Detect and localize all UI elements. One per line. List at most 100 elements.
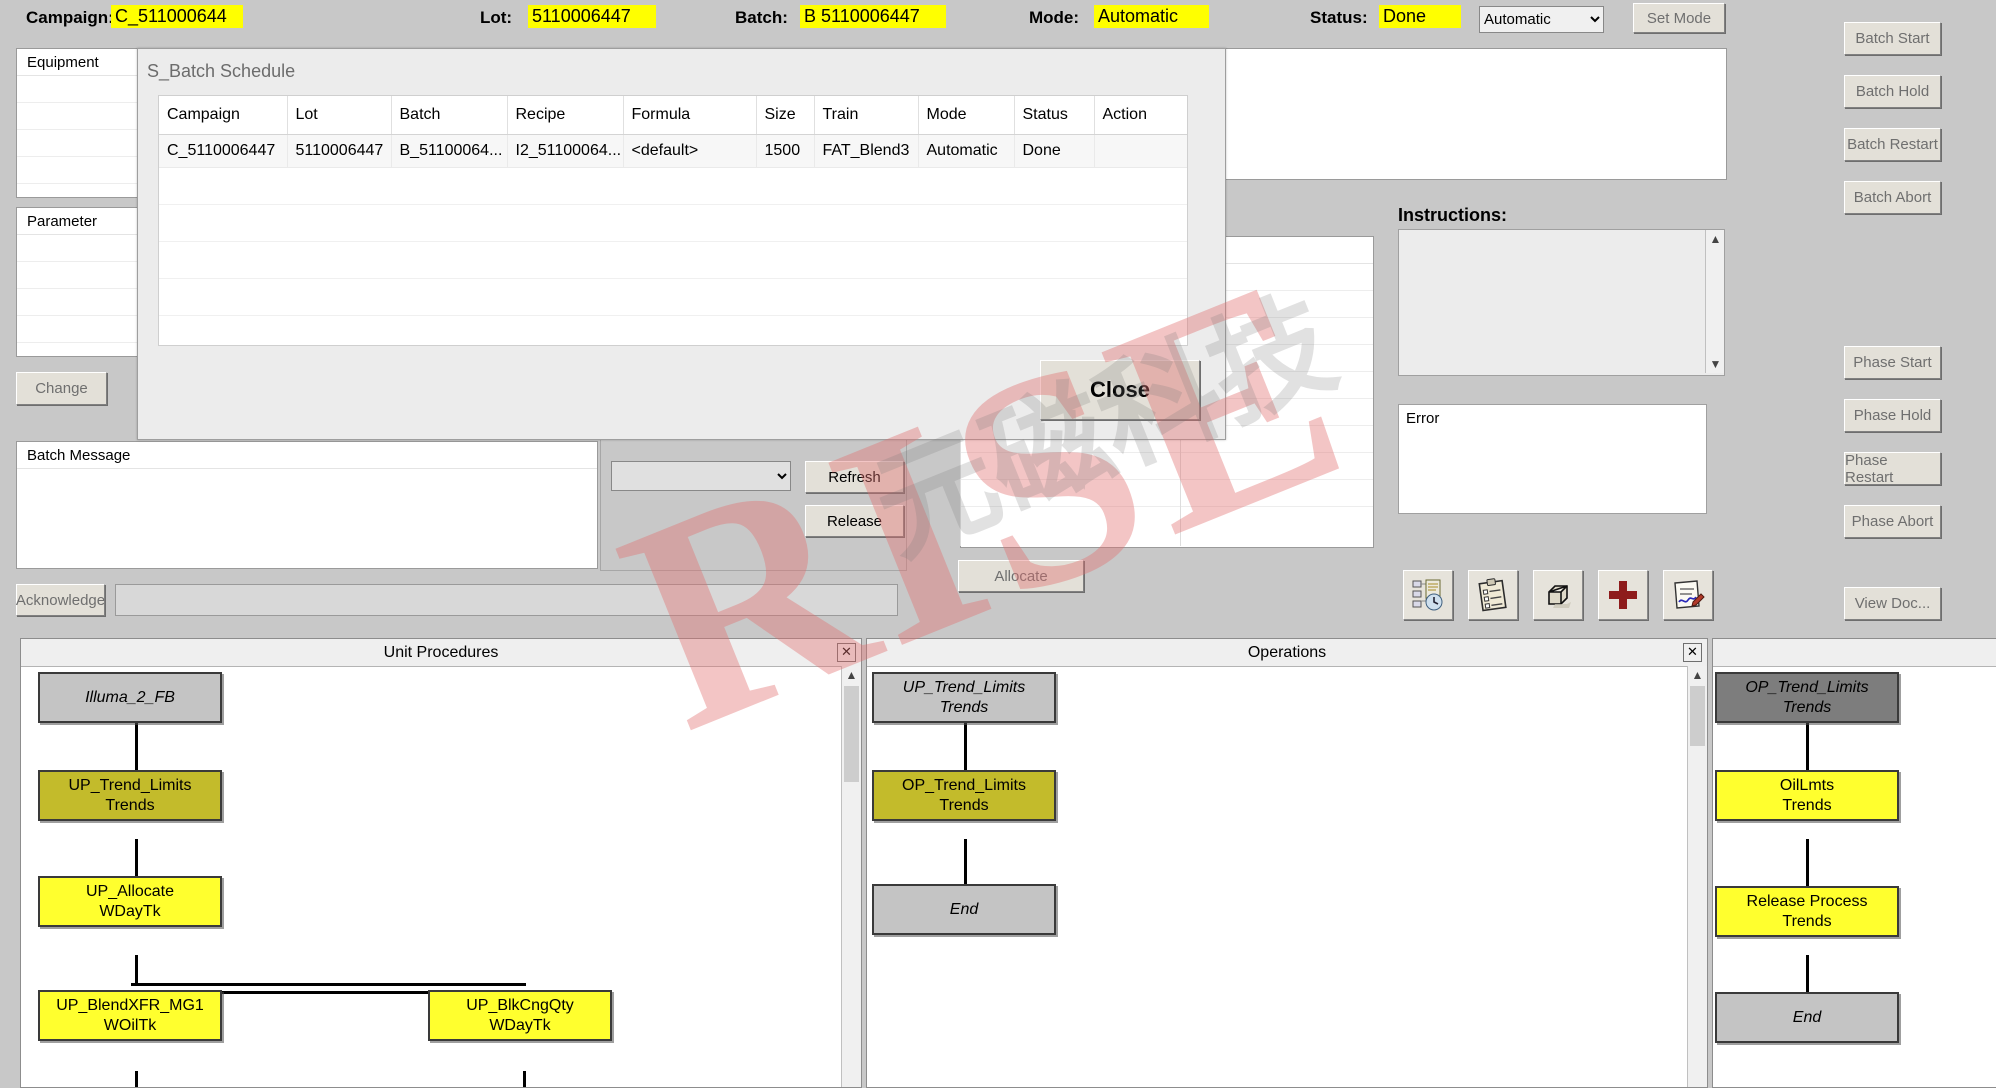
table-row[interactable] [159,168,1187,205]
phase-abort-label: Phase Abort [1852,513,1934,530]
node-label-line1: UP_BlkCngQty [466,996,574,1016]
status-label: Status: [1310,8,1368,28]
batch-value: B 5110006447 [800,5,946,28]
flow-node-op-end[interactable]: End [872,884,1056,935]
scroll-up-icon[interactable]: ▲ [1688,666,1707,684]
acknowledge-input[interactable] [115,584,898,616]
operations-scrollbar[interactable]: ▲ [1687,666,1707,1087]
dialog-title: S_Batch Schedule [147,61,295,82]
table-row[interactable] [159,205,1187,242]
operations-title: Operations [1248,644,1326,662]
node-label-line1: UP_BlendXFR_MG1 [56,996,204,1016]
signature-document-icon [1671,578,1705,612]
allocate-button[interactable]: Allocate [958,560,1084,592]
clipboard-checklist-icon-button[interactable] [1468,570,1518,620]
schedule-table: Campaign Lot Batch Recipe Formula Size T… [159,96,1188,346]
dialog-close-button[interactable]: Close [1040,360,1200,420]
col-status: Status [1014,96,1094,135]
flow-node-ph-end[interactable]: End [1715,992,1899,1043]
set-mode-button[interactable]: Set Mode [1633,3,1725,33]
acknowledge-button[interactable]: Acknowledge [16,584,105,616]
release-button[interactable]: Release [805,505,904,537]
campaign-label: Campaign: [26,8,114,28]
table-row[interactable] [961,480,1373,507]
col-lot: Lot [287,96,391,135]
refresh-button[interactable]: Refresh [805,461,904,493]
cube-icon-button[interactable] [1533,570,1583,620]
signature-document-icon-button[interactable] [1663,570,1713,620]
batch-start-button[interactable]: Batch Start [1844,22,1941,55]
flow-node-up-trend-limits[interactable]: UP_Trend_Limits Trends [38,770,222,821]
flow-node-up-blkcngqty[interactable]: UP_BlkCngQty WDayTk [428,990,612,1041]
cube-icon [1541,578,1575,612]
scroll-up-icon[interactable]: ▲ [1706,230,1725,248]
phase-hold-button[interactable]: Phase Hold [1844,399,1941,432]
connector [135,955,138,985]
scroll-up-icon[interactable]: ▲ [842,666,861,684]
flow-node-up-blendxfr-mg1[interactable]: UP_BlendXFR_MG1 WOilTk [38,990,222,1041]
phases-panel: OP_Trend_Limits Trends OilLmts Trends Re… [1712,638,1996,1088]
node-label-line1: End [1793,1008,1821,1028]
flow-node-oillmts[interactable]: OilLmts Trends [1715,770,1899,821]
flow-node-illuma2fb[interactable]: Illuma_2_FB [38,672,222,723]
flow-node-release-process[interactable]: Release Process Trends [1715,886,1899,937]
set-mode-label: Set Mode [1647,10,1711,27]
cell-formula: <default> [623,135,756,168]
red-cross-icon-button[interactable] [1598,570,1648,620]
refresh-label: Refresh [828,469,881,486]
unit-procedures-close-icon[interactable]: ✕ [837,643,856,662]
allocate-label: Allocate [994,568,1047,585]
node-label-line1: UP_Trend_Limits [68,776,191,796]
col-batch: Batch [391,96,507,135]
phase-restart-button[interactable]: Phase Restart [1844,452,1941,485]
instructions-scrollbar[interactable]: ▲ ▼ [1705,230,1724,373]
batch-start-label: Batch Start [1855,30,1929,47]
table-row[interactable] [159,316,1187,347]
change-button[interactable]: Change [16,372,107,405]
col-campaign: Campaign [159,96,287,135]
table-row[interactable] [961,453,1373,480]
release-label: Release [827,513,882,530]
batch-restart-button[interactable]: Batch Restart [1844,128,1941,161]
phases-header [1713,639,1996,667]
node-label-line1: End [950,900,978,920]
mode-value: Automatic [1094,5,1209,28]
batch-release-select[interactable] [611,461,791,491]
cell-batch: B_51100064... [391,135,507,168]
cell-lot: 5110006447 [287,135,391,168]
col-train: Train [814,96,918,135]
flow-node-ph-op-trend-limits[interactable]: OP_Trend_Limits Trends [1715,672,1899,723]
table-row[interactable] [159,242,1187,279]
batch-message-box[interactable]: Batch Message [16,441,598,569]
branch-bar-top [131,983,526,986]
scroll-thumb[interactable] [1690,686,1705,746]
unit-procedures-scrollbar[interactable]: ▲ [841,666,861,1087]
batch-schedule-table[interactable]: Campaign Lot Batch Recipe Formula Size T… [158,95,1188,346]
table-header-row: Campaign Lot Batch Recipe Formula Size T… [159,96,1187,135]
clipboard-checklist-icon [1476,578,1510,612]
batch-hold-button[interactable]: Batch Hold [1844,75,1941,108]
scroll-thumb[interactable] [844,686,859,782]
phase-start-button[interactable]: Phase Start [1844,346,1941,379]
error-panel[interactable]: Error [1398,404,1707,514]
flow-node-op-up-trend-limits[interactable]: UP_Trend_Limits Trends [872,672,1056,723]
error-label: Error [1406,410,1439,427]
schedule-clock-icon-button[interactable] [1403,570,1453,620]
table-row[interactable] [159,279,1187,316]
mode-label: Mode: [1029,8,1079,28]
batch-abort-button[interactable]: Batch Abort [1844,181,1941,214]
operations-close-icon[interactable]: ✕ [1683,643,1702,662]
flow-node-op-trend-limits[interactable]: OP_Trend_Limits Trends [872,770,1056,821]
scroll-down-icon[interactable]: ▼ [1706,355,1725,373]
mode-select[interactable]: Automatic [1479,6,1604,33]
cell-status: Done [1014,135,1094,168]
phase-abort-button[interactable]: Phase Abort [1844,505,1941,538]
view-doc-button[interactable]: View Doc... [1844,587,1941,620]
instructions-panel[interactable]: ▲ ▼ [1398,229,1725,376]
table-row[interactable]: C_5110006447 5110006447 B_51100064... I2… [159,135,1187,168]
flow-node-up-allocate[interactable]: UP_Allocate WDayTk [38,876,222,927]
node-label-line2: Trends [939,796,988,816]
col-mode: Mode [918,96,1014,135]
cell-campaign: C_5110006447 [159,135,287,168]
cell-action [1094,135,1187,168]
